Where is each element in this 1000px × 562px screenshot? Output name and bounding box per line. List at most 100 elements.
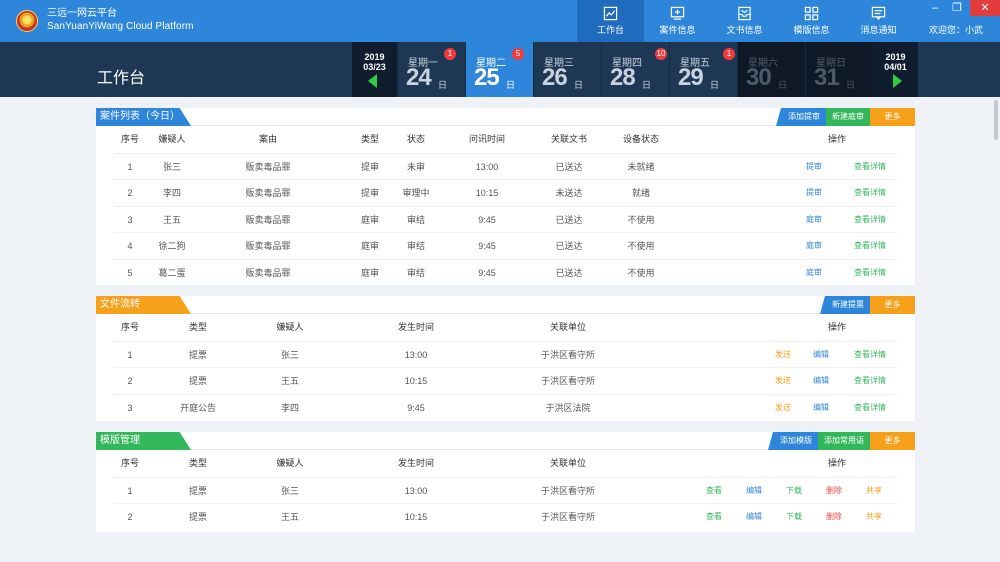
cell-no: 2: [127, 376, 133, 386]
send-link[interactable]: 发送: [775, 342, 791, 368]
edit-link[interactable]: 编辑: [813, 368, 829, 394]
maximize-icon[interactable]: ❐: [946, 0, 968, 16]
more-button[interactable]: 更多: [870, 432, 915, 450]
day-wed[interactable]: 星期三 26 日: [533, 42, 601, 97]
day-fri[interactable]: 星期五 29 日 1: [669, 42, 737, 97]
cell-no: 2: [127, 188, 133, 198]
next-week-button[interactable]: 2019 04/01: [873, 42, 918, 97]
action-link[interactable]: 庭审: [806, 233, 822, 259]
app-title-cn: 三远一网云平台: [47, 8, 117, 19]
edit-link[interactable]: 编辑: [813, 342, 829, 368]
count-badge: 10: [655, 48, 667, 60]
cell-unit: 于洪区看守所: [540, 512, 596, 522]
cell-type: 庭审: [360, 267, 380, 278]
share-link[interactable]: 共享: [866, 478, 882, 504]
add-template-button[interactable]: 添加模版: [768, 432, 818, 450]
cell-unit: 于洪区看守所: [540, 349, 596, 360]
cell-status: 审结: [406, 267, 426, 278]
action-link[interactable]: 庭审: [806, 260, 822, 286]
nav-case-info[interactable]: 案件信息: [644, 0, 711, 42]
close-icon[interactable]: ✕: [970, 0, 1000, 16]
chart-icon: [603, 6, 618, 21]
more-button[interactable]: 更多: [870, 296, 915, 314]
day-thu[interactable]: 星期四 28 日 10: [601, 42, 669, 97]
nav-label: 模版信息: [793, 25, 830, 35]
delete-link[interactable]: 删除: [826, 478, 842, 504]
view-details-link[interactable]: 查看详情: [854, 207, 886, 233]
more-button[interactable]: 更多: [870, 108, 915, 126]
minimize-icon[interactable]: –: [924, 0, 946, 16]
top-bar: 三远一网云平台 SanYuanYiWang Cloud Platform 工作台…: [0, 0, 1000, 42]
cell-status: 审结: [406, 214, 426, 225]
day-sun[interactable]: 星期日 31 日: [805, 42, 873, 97]
count-badge: 1: [723, 48, 735, 60]
day-sat[interactable]: 星期六 30 日: [737, 42, 805, 97]
week-selector: 2019 03/23 星期一 24 日 1 星期二 25 日 5 星期三 26 …: [352, 42, 918, 97]
nav-workbench[interactable]: 工作台: [577, 0, 644, 42]
nav-document-info[interactable]: 文书信息: [711, 0, 778, 42]
nav-template-info[interactable]: 模版信息: [778, 0, 845, 42]
cell-cause: 贩卖毒品罪: [245, 188, 291, 198]
delete-link[interactable]: 删除: [826, 504, 842, 530]
col-header: 嫌疑人: [276, 322, 304, 332]
cell-no: 1: [127, 161, 133, 172]
view-details-link[interactable]: 查看详情: [854, 154, 886, 180]
cell-device: 不使用: [627, 241, 655, 251]
document-flow-card: 文件流转 新建提票 更多 序号 类型 嫌疑人 发生时间 关联单位 操作 1 提票…: [96, 296, 915, 421]
cell-status: 审理中: [402, 188, 430, 198]
col-header: 操作: [827, 322, 847, 332]
cell-suspect: 王五: [280, 512, 300, 522]
view-details-link[interactable]: 查看详情: [854, 395, 886, 421]
col-header: 问讯时间: [468, 134, 506, 144]
send-link[interactable]: 发送: [775, 395, 791, 421]
view-details-link[interactable]: 查看详情: [854, 368, 886, 394]
cell-type: 提审: [360, 188, 380, 198]
card-actions: 添加提审 新建庭审 更多: [776, 108, 915, 126]
download-link[interactable]: 下载: [786, 478, 802, 504]
col-header: 类型: [188, 458, 208, 468]
action-link[interactable]: 庭审: [806, 207, 822, 233]
nav-notifications[interactable]: 消息通知: [845, 0, 912, 42]
col-header: 类型: [360, 134, 380, 144]
emblem-logo: [16, 10, 38, 32]
prev-week-button[interactable]: 2019 03/23: [352, 42, 397, 97]
count-badge: 5: [512, 48, 524, 60]
col-header: 操作: [827, 458, 847, 468]
share-link[interactable]: 共享: [866, 504, 882, 530]
add-interrogation-button[interactable]: 添加提审: [776, 108, 826, 126]
day-suffix: 日: [642, 80, 652, 90]
grid-icon: [804, 6, 819, 21]
view-details-link[interactable]: 查看详情: [854, 233, 886, 259]
view-link[interactable]: 查看: [706, 478, 722, 504]
view-details-link[interactable]: 查看详情: [854, 180, 886, 206]
view-details-link[interactable]: 查看详情: [854, 260, 886, 286]
day-tue[interactable]: 星期二 25 日 5: [465, 42, 533, 97]
edit-link[interactable]: 编辑: [813, 395, 829, 421]
card-header: 案件列表（今日） 添加提审 新建庭审 更多: [96, 108, 915, 126]
action-link[interactable]: 提审: [806, 180, 822, 206]
day-number: 26: [542, 64, 568, 91]
send-link[interactable]: 发送: [775, 368, 791, 394]
nav-label: 文书信息: [726, 25, 763, 35]
cell-cause: 贩卖毒品罪: [245, 241, 291, 251]
view-link[interactable]: 查看: [706, 504, 722, 530]
scrollbar[interactable]: [994, 100, 998, 140]
day-mon[interactable]: 星期一 24 日 1: [397, 42, 465, 97]
cell-no: 3: [127, 402, 133, 413]
table-row: 4 徐二狗 贩卖毒品罪 庭审 审结 9:45 已送达 不使用 庭审 查看详情: [114, 232, 897, 259]
col-header: 序号: [120, 458, 140, 468]
edit-link[interactable]: 编辑: [746, 478, 762, 504]
col-header: 发生时间: [397, 322, 435, 332]
download-link[interactable]: 下载: [786, 504, 802, 530]
view-details-link[interactable]: 查看详情: [854, 342, 886, 368]
cell-suspect: 张三: [162, 161, 182, 172]
edit-link[interactable]: 编辑: [746, 504, 762, 530]
day-suffix: 日: [574, 80, 584, 90]
add-phrase-button[interactable]: 添加常用语: [818, 432, 870, 450]
new-ticket-button[interactable]: 新建提票: [820, 296, 870, 314]
cell-time: 9:45: [478, 267, 496, 278]
action-link[interactable]: 提审: [806, 154, 822, 180]
table-header: 序号 类型 嫌疑人 发生时间 关联单位 操作: [96, 314, 915, 341]
col-header: 关联文书: [550, 134, 588, 144]
new-trial-button[interactable]: 新建庭审: [826, 108, 870, 126]
